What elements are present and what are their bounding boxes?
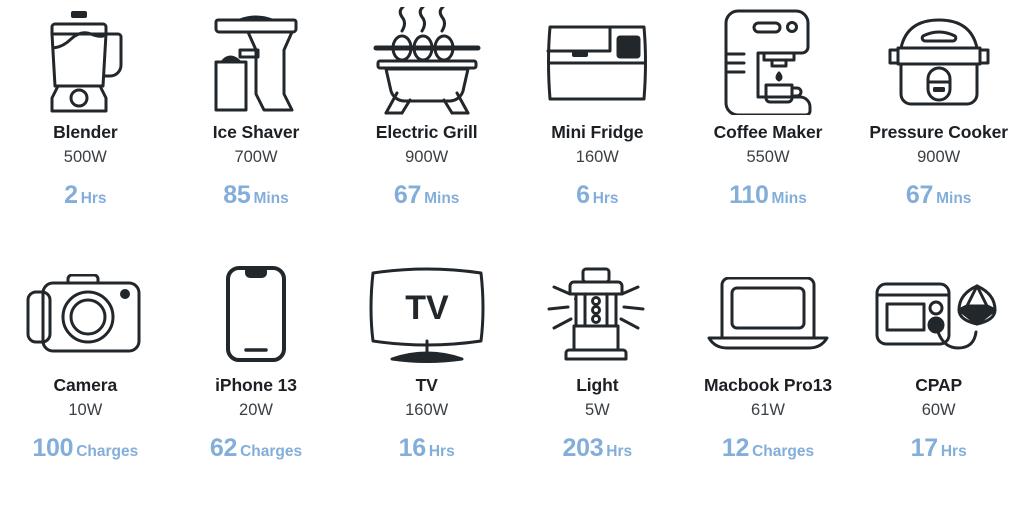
runtime-value: 110 [729, 180, 769, 209]
appliance-power-rating: 160W [405, 400, 449, 419]
appliance-card-camera[interactable]: Camera 10W 100 Charges [0, 259, 171, 509]
appliance-name: Coffee Maker [713, 122, 823, 142]
appliance-card-iphone-13[interactable]: iPhone 13 20W 62 Charges [171, 259, 342, 509]
appliance-runtime: 12 Charges [722, 434, 814, 463]
runtime-unit: Charges [240, 442, 303, 460]
appliance-name: Blender [53, 122, 118, 142]
tv-icon: TV [362, 259, 492, 369]
mini-fridge-icon [532, 6, 662, 116]
blender-icon [20, 6, 150, 116]
runtime-value: 203 [562, 433, 604, 462]
appliance-runtime-grid: Blender 500W 2 Hrs Ice Shaver 700W 85 Mins Elect… [0, 0, 1024, 512]
appliance-runtime: 62 Charges [210, 434, 302, 463]
appliance-card-pressure-cooker[interactable]: Pressure Cooker 900W 67 Mins [853, 6, 1024, 256]
appliance-card-macbook-pro13[interactable]: Macbook Pro13 61W 12 Charges [683, 259, 854, 509]
appliance-card-electric-grill[interactable]: Electric Grill 900W 67 Mins [341, 6, 512, 256]
runtime-value: 67 [393, 180, 422, 209]
appliance-card-coffee-maker[interactable]: Coffee Maker 550W 110 Mins [683, 6, 854, 256]
appliance-card-ice-shaver[interactable]: Ice Shaver 700W 85 Mins [171, 6, 342, 256]
runtime-value: 12 [721, 433, 750, 462]
appliance-power-rating: 60W [921, 400, 956, 419]
appliance-runtime: 85 Mins [223, 181, 289, 210]
runtime-unit: Mins [424, 189, 460, 207]
laptop-icon [703, 259, 833, 369]
appliance-card-light[interactable]: Light 5W 203 Hrs [512, 259, 683, 509]
ice-shaver-icon [191, 6, 321, 116]
electric-grill-icon [362, 6, 492, 116]
appliance-name: Ice Shaver [212, 122, 300, 142]
appliance-name: Macbook Pro13 [703, 375, 833, 395]
appliance-power-rating: 61W [751, 400, 785, 419]
runtime-unit: Mins [253, 189, 289, 207]
appliance-runtime: 67 Mins [906, 181, 972, 210]
appliance-name: CPAP [915, 375, 963, 395]
appliance-runtime: 17 Hrs [911, 434, 967, 463]
appliance-name: Electric Grill [375, 122, 478, 142]
runtime-unit: Mins [936, 189, 972, 207]
appliance-name: TV [415, 375, 438, 395]
runtime-value: 2 [64, 180, 78, 209]
light-icon [532, 259, 662, 369]
runtime-value: 16 [398, 433, 427, 462]
appliance-power-rating: 500W [63, 147, 107, 166]
appliance-card-blender[interactable]: Blender 500W 2 Hrs [0, 6, 171, 256]
appliance-power-rating: 550W [746, 147, 790, 166]
appliance-power-rating: 160W [575, 147, 619, 166]
appliance-power-rating: 20W [239, 400, 273, 419]
runtime-unit: Hrs [940, 442, 967, 460]
appliance-runtime: 16 Hrs [399, 434, 455, 463]
runtime-unit: Charges [76, 442, 139, 460]
appliance-name: Light [576, 375, 619, 395]
runtime-unit: Mins [771, 189, 807, 207]
appliance-runtime: 6 Hrs [576, 181, 618, 210]
runtime-value: 17 [910, 433, 939, 462]
appliance-runtime: 67 Mins [394, 181, 460, 210]
appliance-runtime: 110 Mins [729, 181, 807, 210]
runtime-unit: Hrs [606, 442, 633, 460]
appliance-card-cpap[interactable]: CPAP 60W 17 Hrs [853, 259, 1024, 509]
appliance-name: iPhone 13 [215, 375, 297, 395]
runtime-unit: Hrs [80, 189, 107, 207]
svg-text:TV: TV [405, 289, 449, 327]
appliance-runtime: 100 Charges [32, 434, 138, 463]
pressure-cooker-icon [874, 6, 1004, 116]
appliance-power-rating: 700W [234, 147, 278, 166]
runtime-value: 6 [576, 180, 590, 209]
runtime-unit: Hrs [428, 442, 455, 460]
runtime-unit: Charges [752, 442, 815, 460]
runtime-unit: Hrs [592, 189, 619, 207]
appliance-power-rating: 10W [68, 400, 103, 419]
coffee-maker-icon [703, 6, 833, 116]
runtime-value: 100 [32, 433, 74, 462]
camera-icon [20, 259, 150, 369]
cpap-icon [874, 259, 1004, 369]
appliance-name: Mini Fridge [551, 122, 644, 142]
runtime-value: 62 [209, 433, 238, 462]
appliance-name: Camera [53, 375, 118, 395]
appliance-runtime: 2 Hrs [64, 181, 106, 210]
appliance-card-tv[interactable]: TV TV 160W 16 Hrs [341, 259, 512, 509]
appliance-name: Pressure Cooker [869, 122, 1008, 142]
iphone-icon [191, 259, 321, 369]
appliance-runtime: 203 Hrs [562, 434, 632, 463]
runtime-value: 67 [905, 180, 934, 209]
runtime-value: 85 [223, 180, 251, 209]
appliance-card-mini-fridge[interactable]: Mini Fridge 160W 6 Hrs [512, 6, 683, 256]
appliance-power-rating: 900W [405, 147, 449, 166]
appliance-power-rating: 5W [584, 400, 610, 419]
appliance-power-rating: 900W [917, 147, 961, 166]
